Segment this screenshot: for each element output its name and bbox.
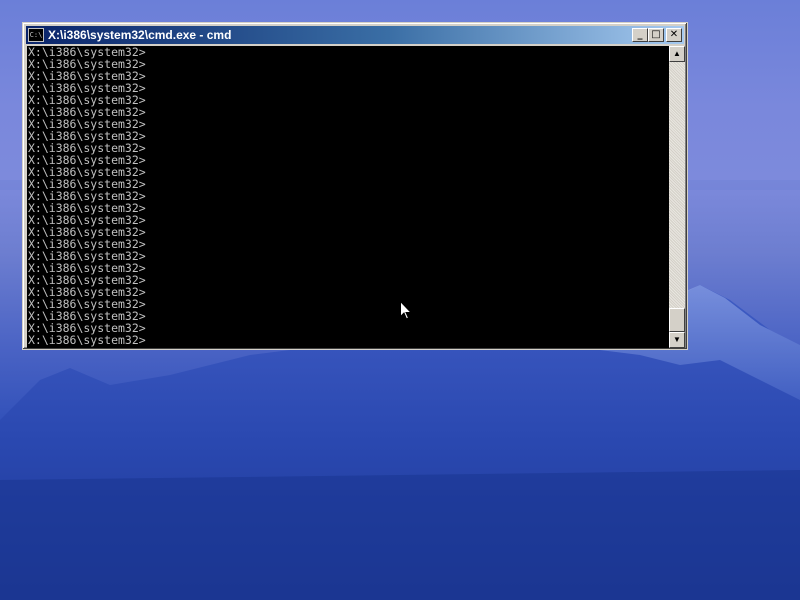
mouse-pointer-icon bbox=[400, 301, 412, 320]
window-controls: _ □ ✕ bbox=[632, 28, 682, 42]
scroll-down-button[interactable]: ▼ bbox=[669, 332, 685, 348]
vertical-scrollbar[interactable]: ▲ ▼ bbox=[669, 46, 685, 348]
title-bar[interactable]: C:\ X:\i386\system32\cmd.exe - cmd _ □ ✕ bbox=[26, 26, 684, 44]
scroll-thumb[interactable] bbox=[669, 308, 685, 332]
console-output[interactable]: X:\i386\system32> X:\i386\system32> X:\i38… bbox=[27, 46, 669, 348]
maximize-button[interactable]: □ bbox=[648, 28, 664, 42]
scroll-up-button[interactable]: ▲ bbox=[669, 46, 685, 62]
window-title: X:\i386\system32\cmd.exe - cmd bbox=[48, 28, 232, 42]
minimize-button[interactable]: _ bbox=[632, 28, 648, 42]
console-line: X:\i386\system32> bbox=[28, 333, 146, 347]
cmd-window[interactable]: C:\ X:\i386\system32\cmd.exe - cmd _ □ ✕… bbox=[22, 22, 688, 350]
close-button[interactable]: ✕ bbox=[666, 28, 682, 42]
cmd-app-icon[interactable]: C:\ bbox=[28, 28, 44, 42]
